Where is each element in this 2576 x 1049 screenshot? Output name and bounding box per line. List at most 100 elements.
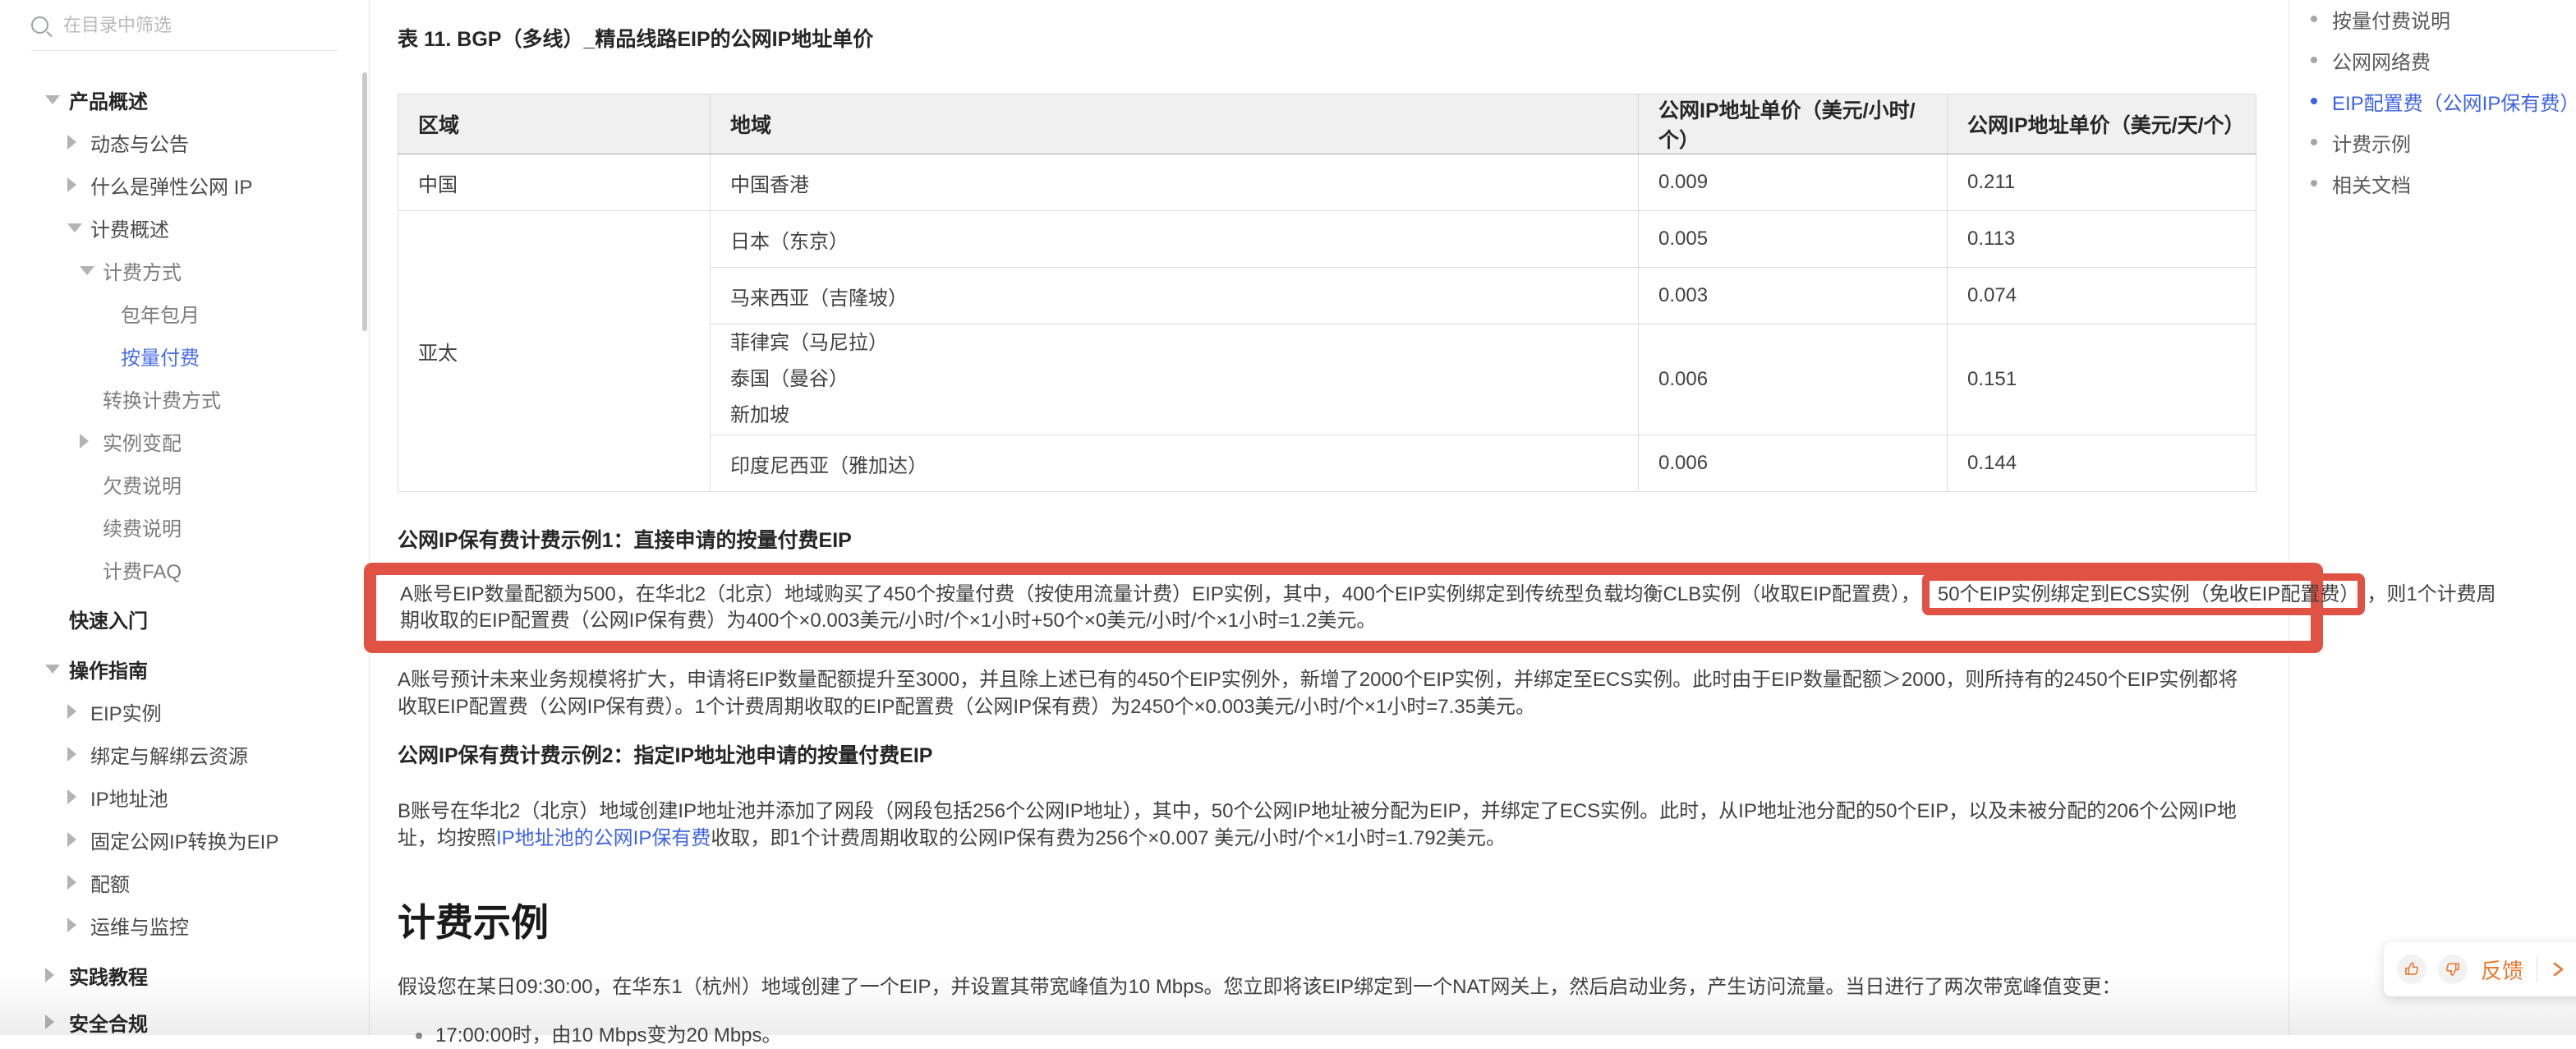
sidebar-item-label: 实践教程	[69, 961, 148, 990]
chevron-right-icon	[67, 704, 76, 719]
sidebar-item-product-overview[interactable]: 产品概述	[0, 78, 369, 121]
sidebar-item-label: 计费概述	[90, 214, 169, 242]
toc-item-label: EIP配置费（公网IP保有费）	[2332, 87, 2576, 116]
sidebar-item-billing-overview[interactable]: 计费概述	[0, 206, 369, 249]
sidebar-item-change-billing-method[interactable]: 转换计费方式	[0, 377, 369, 420]
example1-paragraph2: A账号预计未来业务规模将扩大，申请将EIP数量配额提升至3000，并且除上述已有…	[398, 666, 2256, 720]
sidebar-item-label: 产品概述	[69, 85, 148, 114]
toc-item-public-network-fee[interactable]: 公网网络费	[2289, 48, 2575, 72]
example1-heading: 公网IP保有费计费示例1：直接申请的按量付费EIP	[398, 528, 2256, 553]
sidebar-item-pay-as-you-go[interactable]: 按量付费	[0, 334, 369, 377]
thumbs-up-icon	[2403, 960, 2421, 978]
annotation-inner-red-box: 50个EIP实例绑定到ECS实例（免收EIP配置费）	[1922, 573, 2365, 615]
chevron-right-icon	[45, 968, 54, 982]
chevron-right-icon	[67, 918, 76, 932]
chevron-right-icon	[80, 434, 89, 449]
sidebar-item-label: 续费说明	[103, 513, 182, 541]
price-day-cell: 0.151	[1948, 324, 2256, 435]
sidebar-item-tutorials[interactable]: 实践教程	[0, 954, 369, 996]
bullet-dot-icon	[2311, 16, 2317, 22]
chevron-right-icon	[67, 135, 76, 150]
collapse-chevron-button[interactable]	[2549, 960, 2567, 978]
sidebar-item-label: 运维与监控	[90, 911, 189, 940]
sidebar-item-user-guide[interactable]: 操作指南	[0, 647, 369, 690]
table-header-row: 区域 地域 公网IP地址单价（美元/小时/个） 公网IP地址单价（美元/天/个）	[398, 94, 2256, 154]
search-input[interactable]	[62, 14, 311, 37]
sidebar-item-overdue[interactable]: 欠费说明	[0, 462, 369, 505]
area-line: 菲律宾（马尼拉）	[730, 325, 1625, 361]
sidebar-item-billing-faq[interactable]: 计费FAQ	[0, 548, 369, 591]
feedback-button[interactable]: 反馈	[2481, 955, 2523, 985]
chevron-down-icon	[45, 665, 60, 674]
area-cell: 中国香港	[711, 154, 1639, 211]
price-hour-cell: 0.005	[1639, 211, 1948, 268]
toc-item-label: 按量付费说明	[2332, 5, 2450, 34]
chevron-right-icon	[45, 1014, 54, 1029]
sidebar-item-instance-change[interactable]: 实例变配	[0, 420, 369, 462]
price-day-cell: 0.144	[1948, 435, 2256, 492]
area-cell: 日本（东京）	[711, 211, 1639, 268]
col-header-area: 地域	[711, 94, 1639, 154]
sidebar-search	[31, 0, 338, 51]
sidebar-scrollbar-thumb[interactable]	[362, 72, 367, 331]
toc-item-label: 公网网络费	[2332, 46, 2431, 75]
sidebar-item-bind-unbind[interactable]: 绑定与解绑云资源	[0, 733, 369, 775]
toc-item-label: 计费示例	[2332, 128, 2411, 157]
feedback-bar: 反馈	[2384, 942, 2576, 996]
sidebar-item-eip-instance[interactable]: EIP实例	[0, 690, 369, 733]
sidebar-item-quota[interactable]: 配额	[0, 861, 369, 904]
toc-item-related-docs[interactable]: 相关文档	[2289, 171, 2575, 196]
annotation-red-box: A账号EIP数量配额为500，在华北2（北京）地域购买了450个按量付费（按使用…	[364, 563, 2323, 653]
sidebar-item-billing-methods[interactable]: 计费方式	[0, 249, 369, 292]
sidebar-item-label: 操作指南	[69, 655, 148, 683]
thumbs-down-button[interactable]	[2438, 955, 2468, 984]
bullet-dot-icon	[416, 1033, 422, 1039]
sidebar-item-label: 绑定与解绑云资源	[90, 740, 248, 769]
sidebar-item-label: 固定公网IP转换为EIP	[90, 826, 278, 854]
sidebar-item-ops-monitoring[interactable]: 运维与监控	[0, 904, 369, 946]
thumbs-down-icon	[2444, 960, 2462, 978]
billing-example-heading: 计费示例	[398, 903, 2256, 942]
sidebar-item-label: 包年包月	[121, 299, 200, 328]
sidebar-item-label: 安全合规	[69, 1008, 148, 1037]
sidebar-item-quick-start[interactable]: 快速入门	[0, 597, 369, 640]
price-hour-cell: 0.003	[1639, 268, 1948, 324]
sidebar-item-label: 欠费说明	[103, 470, 182, 499]
sidebar-tree: 产品概述 动态与公告 什么是弹性公网 IP 计费概述 计费方式 包年包月	[0, 51, 369, 1043]
sidebar-item-subscription[interactable]: 包年包月	[0, 292, 369, 334]
region-cell: 亚太	[398, 211, 711, 492]
sidebar-item-label: 快速入门	[69, 605, 148, 633]
area-line: 新加坡	[730, 398, 1625, 434]
toc-panel: 按量付费说明 公网网络费 EIP配置费（公网IP保有费） 计费示例 相关文档	[2288, 0, 2575, 1035]
sidebar-nav: 产品概述 动态与公告 什么是弹性公网 IP 计费概述 计费方式 包年包月	[0, 0, 370, 1035]
price-hour-cell: 0.006	[1639, 435, 1948, 492]
col-header-region: 区域	[398, 94, 711, 154]
sidebar-item-static-ip-to-eip[interactable]: 固定公网IP转换为EIP	[0, 818, 369, 861]
doc-content: 表 11. BGP（多线）_精品线路EIP的公网IP地址单价 区域 地域 公网I…	[370, 0, 2288, 1035]
price-day-cell: 0.074	[1948, 268, 2256, 324]
example1-line1-prefix: A账号EIP数量配额为500，在华北2（北京）地域购买了450个按量付费（按使用…	[400, 583, 1920, 605]
area-cell: 马来西亚（吉隆坡）	[711, 268, 1639, 324]
chevron-down-icon	[80, 266, 94, 275]
sidebar-item-security-compliance[interactable]: 安全合规	[0, 1001, 369, 1043]
sidebar-item-news[interactable]: 动态与公告	[0, 121, 369, 163]
sidebar-item-ip-pool[interactable]: IP地址池	[0, 775, 369, 818]
toc-item-label: 相关文档	[2332, 169, 2411, 198]
toc-item-billing-example[interactable]: 计费示例	[2289, 130, 2575, 154]
sidebar-item-label: 计费FAQ	[103, 555, 182, 584]
sidebar-item-renewal[interactable]: 续费说明	[0, 505, 369, 548]
price-day-cell: 0.211	[1948, 154, 2256, 211]
chevron-right-icon	[67, 875, 76, 890]
sidebar-item-what-is-eip[interactable]: 什么是弹性公网 IP	[0, 163, 369, 206]
chevron-right-icon	[67, 789, 76, 804]
sidebar-item-label: 实例变配	[103, 427, 182, 456]
example2-heading: 公网IP保有费计费示例2：指定IP地址池申请的按量付费EIP	[398, 743, 2256, 768]
thumbs-up-button[interactable]	[2397, 955, 2426, 984]
ip-pool-fee-link[interactable]: IP地址池的公网IP保有费	[496, 827, 711, 849]
bullet-text: 17:00:00时，由10 Mbps变为20 Mbps。	[435, 1022, 782, 1049]
bullet-dot-icon	[2311, 98, 2317, 104]
example2-paragraph: B账号在华北2（北京）地域创建IP地址池并添加了网段（网段包括256个公网IP地…	[398, 798, 2256, 852]
toc-item-eip-config-fee[interactable]: EIP配置费（公网IP保有费）	[2289, 89, 2575, 113]
toc-item-payg-description[interactable]: 按量付费说明	[2289, 7, 2575, 31]
sidebar-item-label: IP地址池	[90, 783, 168, 812]
